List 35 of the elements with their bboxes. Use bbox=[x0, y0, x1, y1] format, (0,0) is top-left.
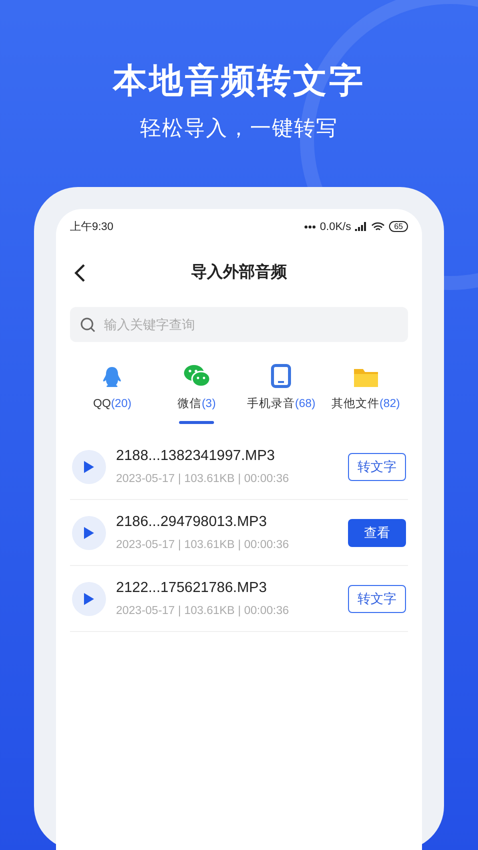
headline-title: 本地音频转文字 bbox=[113, 61, 365, 102]
play-icon bbox=[83, 592, 95, 606]
page-title: 导入外部音频 bbox=[191, 262, 287, 283]
play-button[interactable] bbox=[72, 450, 106, 484]
file-name: 2186...294798013.MP3 bbox=[116, 512, 268, 532]
folder-icon bbox=[352, 366, 379, 388]
headline-subtitle: 轻松导入，一键转写 bbox=[140, 116, 338, 142]
tablet-icon bbox=[271, 364, 292, 388]
file-meta: 2023-05-17 | 103.61KB | 00:00:36 bbox=[116, 538, 290, 552]
view-button[interactable]: 查看 bbox=[348, 518, 406, 547]
signal-icon bbox=[355, 222, 368, 232]
source-tab[interactable]: 微信(3) bbox=[154, 362, 239, 424]
wifi-icon bbox=[371, 222, 386, 232]
source-tab[interactable]: QQ(20) bbox=[70, 362, 154, 424]
file-name: 2122...175621786.MP3 bbox=[116, 578, 268, 598]
dots-icon bbox=[304, 224, 316, 229]
source-tab[interactable]: 其他文件(82) bbox=[324, 362, 408, 424]
status-time: 上午9:30 bbox=[70, 220, 114, 234]
play-icon bbox=[83, 526, 95, 540]
play-button[interactable] bbox=[72, 582, 106, 616]
search-field[interactable]: 输入关键字查询 bbox=[70, 307, 408, 342]
battery-indicator: 65 bbox=[389, 221, 408, 232]
penguin-icon bbox=[102, 366, 122, 388]
source-tab[interactable]: 手机录音(68) bbox=[239, 362, 324, 424]
back-icon[interactable] bbox=[74, 263, 86, 283]
network-speed: 0.0K/s bbox=[320, 220, 352, 234]
convert-button[interactable]: 转文字 bbox=[348, 452, 406, 481]
file-meta: 2023-05-17 | 103.61KB | 00:00:36 bbox=[116, 472, 290, 486]
search-icon bbox=[80, 317, 96, 333]
file-meta: 2023-05-17 | 103.61KB | 00:00:36 bbox=[116, 604, 290, 618]
play-button[interactable] bbox=[72, 516, 106, 550]
chat-bubbles-icon bbox=[182, 364, 211, 388]
play-icon bbox=[83, 460, 95, 474]
file-name: 2188...1382341997.MP3 bbox=[116, 446, 276, 466]
convert-button[interactable]: 转文字 bbox=[348, 584, 406, 613]
